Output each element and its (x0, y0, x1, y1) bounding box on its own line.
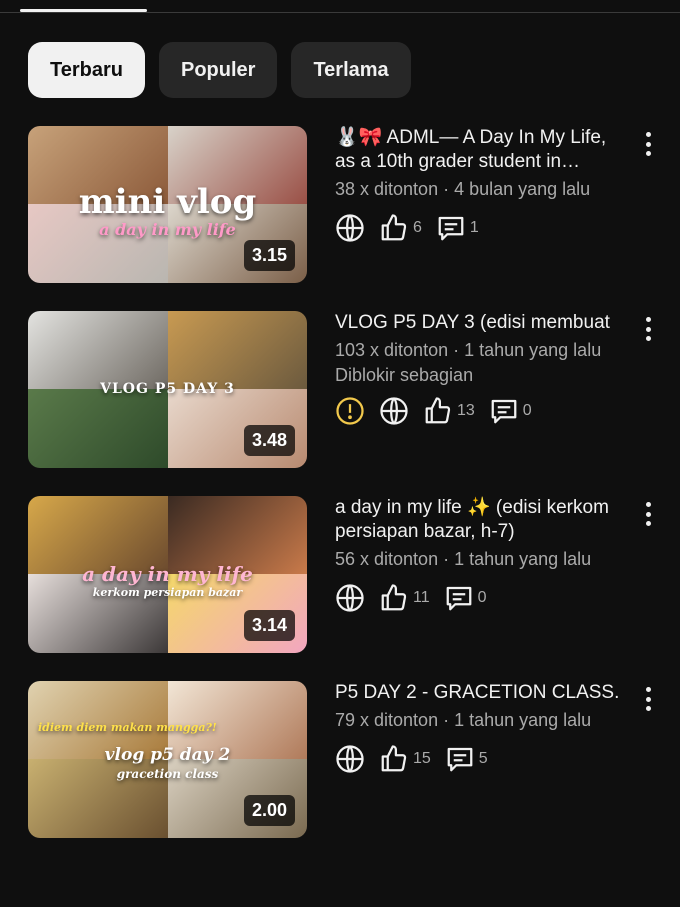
like-count: 13 (423, 396, 475, 426)
chip-terlama[interactable]: Terlama (291, 42, 411, 98)
duration-badge: 3.14 (243, 610, 295, 641)
comment-count: 0 (444, 583, 487, 613)
globe-icon (336, 584, 364, 612)
upload-age: 1 tahun yang lalu (454, 549, 592, 569)
video-title[interactable]: VLOG P5 DAY 3 (edisi membuat (335, 311, 625, 335)
view-count: 79 x ditonton (335, 710, 439, 730)
upload-age: 4 bulan yang lalu (454, 179, 591, 199)
more-options-button[interactable] (638, 317, 658, 341)
more-options-button[interactable] (638, 502, 658, 526)
chip-terbaru[interactable]: Terbaru (28, 42, 145, 98)
view-count: 56 x ditonton (335, 549, 439, 569)
like-count: 15 (379, 744, 431, 774)
more-options-button[interactable] (638, 687, 658, 711)
comment-icon (446, 586, 471, 611)
video-thumbnail[interactable]: VLOG P5 DAY 3 3.48 (28, 311, 307, 468)
thumbs-up-icon (381, 584, 407, 611)
video-stats: 6 1 (335, 211, 625, 245)
chip-populer[interactable]: Populer (158, 42, 278, 98)
video-item[interactable]: a day in my life kerkom persiapan bazar … (28, 496, 668, 654)
thumbs-up-icon (381, 214, 407, 241)
view-count: 38 x ditonton (335, 179, 439, 199)
video-thumbnail[interactable]: mini vlog a day in my life 3.15 (28, 126, 307, 283)
duration-badge: 3.48 (243, 425, 295, 456)
thumbnail-overlay-subtitle: kerkom persiapan bazar (92, 586, 243, 599)
globe-icon (336, 745, 364, 773)
video-meta: 79 x ditonton · 1 tahun yang lalu (335, 710, 592, 730)
video-stats: 15 5 (335, 742, 625, 776)
more-options-button[interactable] (638, 132, 658, 156)
visibility-public (335, 213, 365, 243)
video-info: 🐰🎀 ADML— A Day In My Life, as a 10th gra… (335, 126, 625, 245)
comment-icon (438, 216, 464, 241)
view-count: 103 x ditonton (335, 340, 449, 360)
globe-icon (336, 214, 364, 242)
like-count: 6 (379, 213, 422, 243)
tab-divider (0, 12, 680, 13)
video-item[interactable]: idiem diem makan mangga?! vlog p5 day 2 … (28, 681, 668, 839)
comment-count: 5 (445, 744, 488, 774)
video-meta: 56 x ditonton · 1 tahun yang lalu (335, 549, 592, 569)
video-item[interactable]: mini vlog a day in my life 3.15 🐰🎀 ADML—… (28, 126, 668, 284)
thumbs-up-icon (425, 397, 451, 424)
thumbnail-overlay-note: idiem diem makan mangga?! (38, 721, 217, 734)
video-info: a day in my life ✨ (edisi kerkom persiap… (335, 496, 625, 615)
video-info: P5 DAY 2 - GRACETION CLASS. 79 x ditonto… (335, 681, 625, 776)
comment-icon (447, 747, 473, 772)
thumbs-up-icon (381, 745, 407, 772)
thumbnail-overlay-title: a day in my life (82, 562, 253, 586)
video-thumbnail[interactable]: a day in my life kerkom persiapan bazar … (28, 496, 307, 653)
upload-age: 1 tahun yang lalu (464, 340, 602, 360)
comment-icon (491, 399, 517, 424)
video-title[interactable]: P5 DAY 2 - GRACETION CLASS. (335, 681, 625, 705)
like-count: 11 (379, 583, 430, 613)
thumbnail-overlay-title: mini vlog (78, 182, 257, 222)
warning-circle-icon (336, 397, 364, 425)
video-item[interactable]: VLOG P5 DAY 3 3.48 VLOG P5 DAY 3 (edisi … (28, 311, 668, 469)
video-meta: 38 x ditonton · 4 bulan yang lalu (335, 179, 591, 199)
duration-badge: 2.00 (243, 795, 295, 826)
thumbnail-overlay-title: VLOG P5 DAY 3 (100, 381, 235, 397)
thumbnail-overlay-subtitle: gracetion class (116, 767, 219, 781)
visibility-public (379, 396, 409, 426)
comment-count: 1 (436, 213, 479, 243)
top-tab-indicator-bar (0, 0, 680, 14)
video-meta: 103 x ditonton · 1 tahun yang lalu (335, 340, 602, 360)
duration-badge: 3.15 (243, 240, 295, 271)
video-title[interactable]: a day in my life ✨ (edisi kerkom persiap… (335, 496, 625, 544)
video-stats: 13 0 (335, 394, 625, 428)
video-title[interactable]: 🐰🎀 ADML— A Day In My Life, as a 10th gra… (335, 126, 625, 174)
thumbnail-overlay-title: vlog p5 day 2 (104, 745, 231, 765)
sort-chips: Terbaru Populer Terlama (28, 42, 411, 98)
upload-age: 1 tahun yang lalu (454, 710, 592, 730)
video-stats: 11 0 (335, 581, 625, 615)
visibility-public (335, 583, 365, 613)
comment-count: 0 (489, 396, 532, 426)
globe-icon (380, 397, 408, 425)
video-info: VLOG P5 DAY 3 (edisi membuat 103 x diton… (335, 311, 625, 428)
thumbnail-overlay-subtitle: a day in my life (99, 220, 236, 239)
restriction-status: Diblokir sebagian (335, 365, 474, 385)
active-tab-indicator (20, 9, 147, 12)
restriction-warning[interactable] (335, 396, 365, 426)
video-thumbnail[interactable]: idiem diem makan mangga?! vlog p5 day 2 … (28, 681, 307, 838)
visibility-public (335, 744, 365, 774)
